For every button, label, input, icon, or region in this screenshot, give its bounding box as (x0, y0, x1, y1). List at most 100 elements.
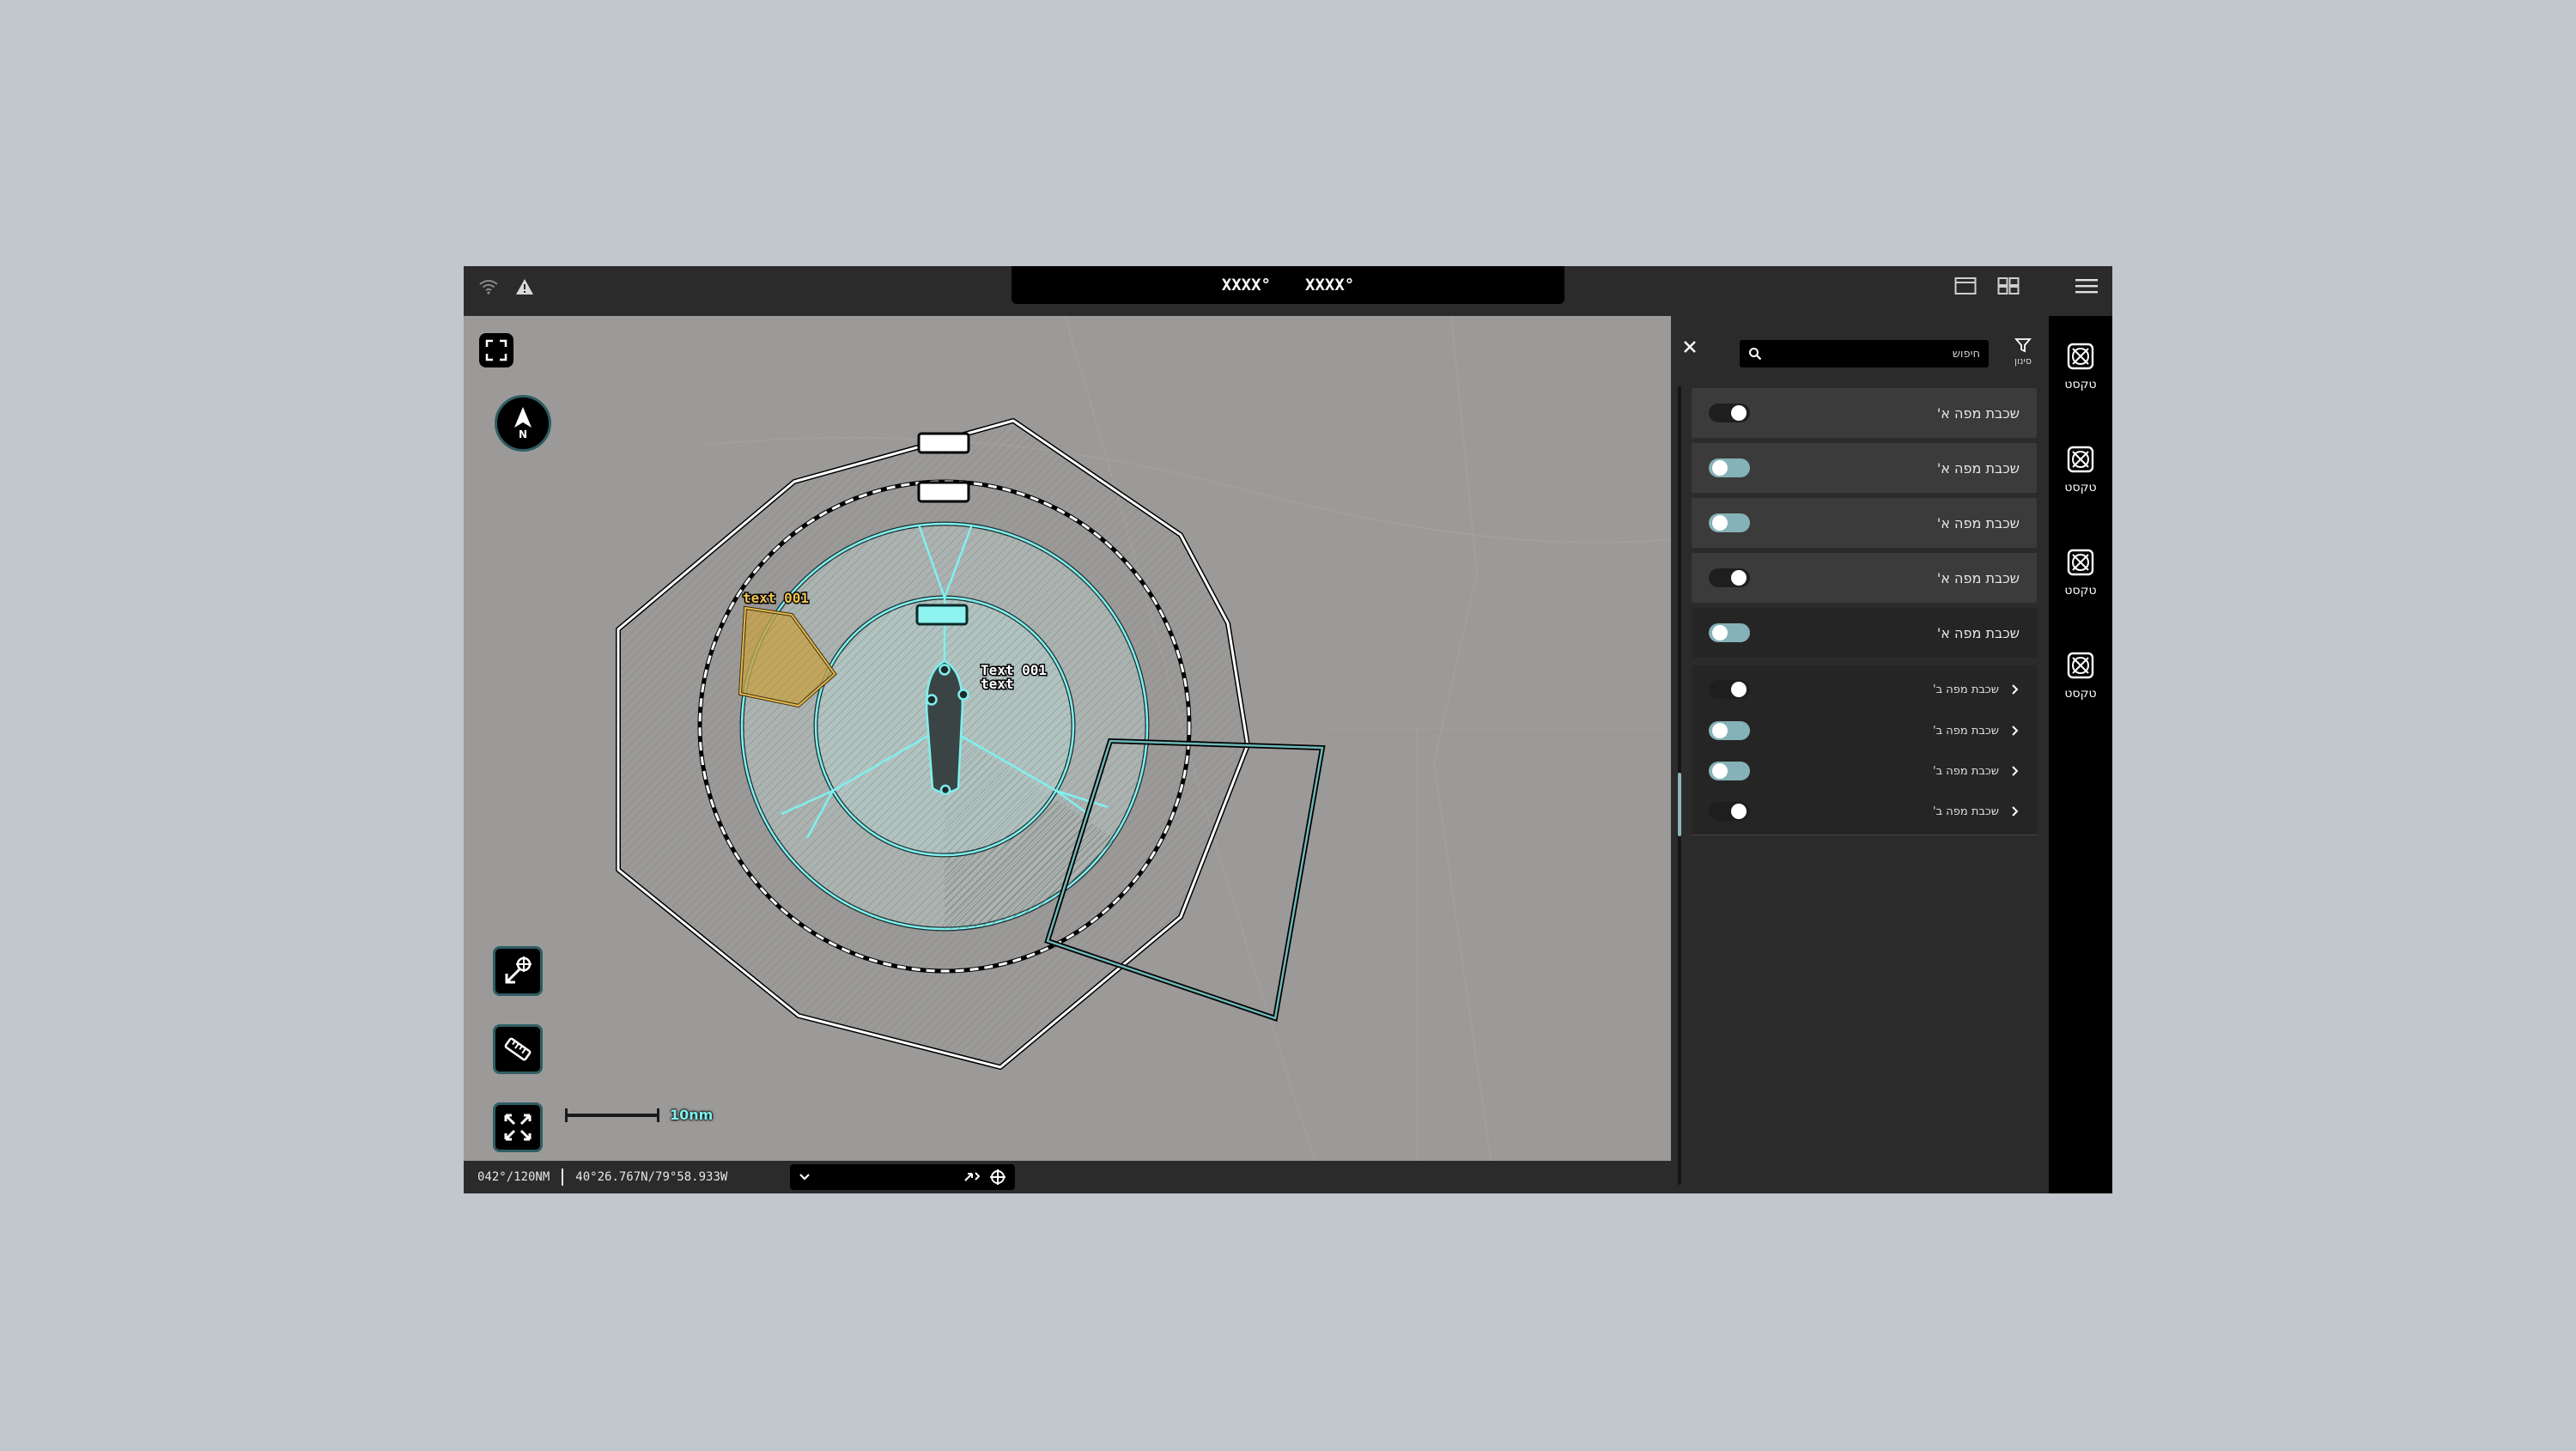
zone-label-pill-ring[interactable] (917, 481, 970, 503)
sublayer-label-wrap: שכבת מפה ב' (1933, 725, 2020, 738)
layer-toggle[interactable] (1709, 404, 1750, 422)
zone-label-pill-teal[interactable] (915, 604, 969, 626)
layer-label: שכבת מפה א' (1936, 514, 2020, 531)
layer-row[interactable]: שכבת מפה א' (1692, 498, 2037, 548)
map-canvas[interactable]: text 001 Text 001 text (464, 316, 1671, 1183)
sublayer-label-wrap: שכבת מפה ב' (1933, 805, 2020, 818)
measure-ruler-button[interactable] (493, 1024, 543, 1074)
sublayer-row[interactable]: שכבת מפה ב' (1709, 794, 2020, 829)
swap-icon[interactable] (963, 1170, 981, 1184)
move-arrows-icon (504, 1114, 532, 1141)
close-icon (1684, 341, 1696, 353)
toggle-knob (1712, 625, 1728, 641)
search-icon (1749, 348, 1762, 361)
cross-box-icon (2067, 343, 2094, 370)
rail-tool-item[interactable]: טקסט (2049, 319, 2112, 414)
layer-toggle[interactable] (1709, 513, 1750, 532)
toggle-knob (1731, 570, 1747, 586)
search-placeholder: חיפוש (1952, 347, 1980, 361)
chevron-expand-icon[interactable] (2011, 805, 2020, 817)
sublayer-toggle[interactable] (1709, 762, 1750, 780)
sublayer-row[interactable]: שכבת מפה ב' (1709, 754, 2020, 788)
sublayer-toggle[interactable] (1709, 721, 1750, 740)
sublayer-group: שכבת מפה ב' שכבת מפה ב' שכבת מפה ב' שכבת מפ… (1692, 665, 2037, 835)
cross-box-icon (2067, 549, 2094, 576)
filter-button[interactable]: סינון (2006, 337, 2040, 367)
north-compass[interactable]: N (495, 395, 551, 452)
chevron-expand-icon[interactable] (2011, 725, 2020, 737)
recenter-button[interactable] (493, 1102, 543, 1152)
wifi-icon (479, 279, 498, 294)
sublayer-label: שכבת מפה ב' (1933, 764, 1999, 778)
layer-label: שכבת מפה א' (1936, 624, 2020, 641)
sublayer-row[interactable]: שכבת מפה ב' (1709, 672, 2020, 707)
toggle-knob (1731, 405, 1747, 421)
zone-label-pill-top[interactable] (917, 432, 970, 454)
toggle-knob (1712, 723, 1728, 738)
grid-view-icon[interactable] (1997, 276, 2020, 295)
filter-icon (2014, 338, 2032, 353)
toggle-knob (1712, 515, 1728, 531)
layer-row[interactable]: שכבת מפה א' (1692, 443, 2037, 493)
rail-tool-item[interactable]: טקסט (2049, 422, 2112, 517)
locator-dropdown[interactable] (790, 1164, 1015, 1190)
hamburger-menu-icon[interactable] (2075, 276, 2099, 295)
top-bar: XXXX° XXXX° (464, 266, 2112, 316)
fullscreen-button[interactable] (479, 333, 513, 367)
add-waypoint-button[interactable] (493, 946, 543, 996)
warning-icon[interactable] (515, 278, 534, 295)
app-window: XXXX° XXXX° text 001 Text 001 text N 10n… (464, 266, 2112, 1193)
single-view-icon[interactable] (1954, 276, 1977, 295)
rail-item-label: טקסט (2064, 481, 2097, 495)
rail-tool-item[interactable]: טקסט (2049, 525, 2112, 620)
rail-item-label: טקסט (2064, 687, 2097, 701)
status-bar: 042°/120NM 40°26.767N/79°58.933W (464, 1161, 1671, 1193)
panel-scrollbar[interactable] (1678, 386, 1681, 1185)
sublayer-toggle[interactable] (1709, 802, 1750, 821)
toggle-knob (1731, 804, 1747, 819)
layer-row[interactable]: שכבת מפה א' (1692, 553, 2037, 603)
rail-item-label: טקסט (2064, 584, 2097, 598)
right-tool-rail: טקסט טקסט טקסט טקסט (2049, 316, 2112, 1193)
sublayer-toggle[interactable] (1709, 680, 1750, 699)
toggle-knob (1712, 763, 1728, 779)
layer-label: שכבת מפה א' (1936, 569, 2020, 586)
ruler-icon (504, 1037, 532, 1061)
layer-toggle[interactable] (1709, 458, 1750, 477)
toggle-knob (1712, 460, 1728, 476)
scale-bar (565, 1108, 659, 1122)
crosshair-icon[interactable] (989, 1169, 1006, 1186)
chevron-expand-icon[interactable] (2011, 765, 2020, 777)
coord-right: XXXX° (1305, 276, 1355, 294)
north-arrow-icon (514, 407, 532, 428)
sublayer-label: שכבת מפה ב' (1933, 804, 1999, 818)
search-input[interactable]: חיפוש (1740, 340, 1989, 367)
filter-label: סינון (2014, 355, 2032, 367)
divider (562, 1169, 564, 1186)
yellow-polygon-label: text 001 (743, 590, 809, 606)
target-arrow-icon (505, 956, 532, 984)
close-panel-button[interactable] (1681, 338, 1698, 359)
chevron-down-icon[interactable] (799, 1173, 811, 1181)
rail-item-label: טקסט (2064, 378, 2097, 392)
rail-tool-item[interactable]: טקסט (2049, 628, 2112, 723)
layer-row[interactable]: שכבת מפה א' (1692, 608, 2037, 658)
center-label-line2: text (981, 676, 1014, 692)
compass-label: N (518, 428, 528, 440)
scrollbar-thumb[interactable] (1678, 773, 1681, 836)
sublayer-row[interactable]: שכבת מפה ב' (1709, 713, 2020, 748)
position-readout: 40°26.767N/79°58.933W (575, 1170, 728, 1184)
layer-toggle[interactable] (1709, 568, 1750, 587)
map-view[interactable]: text 001 Text 001 text N 10nm (464, 316, 1671, 1183)
sublayer-label: שכבת מפה ב' (1933, 724, 1999, 738)
layers-panel: חיפוש סינון שכבת מפה א' שכבת מפה א' שכבת מ… (1671, 316, 2049, 1193)
sublayer-label-wrap: שכבת מפה ב' (1933, 683, 2020, 696)
layer-toggle[interactable] (1709, 623, 1750, 642)
layer-row[interactable]: שכבת מפה א' (1692, 388, 2037, 438)
chevron-expand-icon[interactable] (2011, 683, 2020, 695)
panel-header: חיפוש סינון (1671, 316, 2049, 386)
center-vessel-shape[interactable] (926, 659, 963, 794)
layer-label: שכבת מפה א' (1936, 459, 2020, 477)
fullscreen-icon (485, 339, 507, 361)
scale-label: 10nm (670, 1107, 714, 1123)
